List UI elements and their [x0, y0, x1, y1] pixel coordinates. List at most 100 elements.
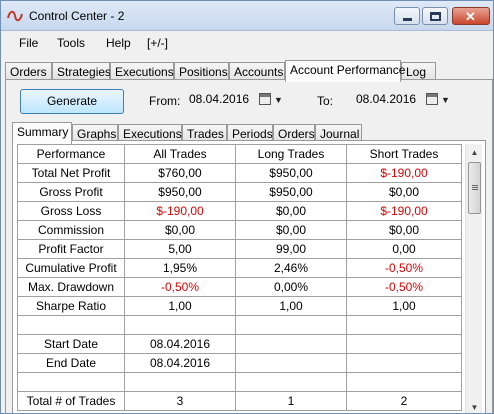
- app-logo-icon: [7, 10, 23, 22]
- table-cell: 0,00: [346, 239, 462, 259]
- table-row[interactable]: Commission $0,00 $0,00 $0,00: [17, 220, 462, 240]
- table-cell: [235, 334, 347, 354]
- scroll-thumb[interactable]: [468, 162, 481, 214]
- table-cell: -0,50%: [124, 277, 236, 297]
- row-label: Cumulative Profit: [17, 258, 125, 278]
- chevron-down-icon[interactable]: ▼: [274, 90, 283, 110]
- table-row[interactable]: Profit Factor 5,00 99,00 0,00: [17, 239, 462, 259]
- table-cell: 1,00: [346, 296, 462, 316]
- row-label: Sharpe Ratio: [17, 296, 125, 316]
- table-cell: 1: [235, 391, 347, 411]
- table-row[interactable]: Max. Drawdown -0,50% 0,00% -0,50%: [17, 277, 462, 297]
- table-cell: 1,00: [124, 296, 236, 316]
- row-label: Gross Profit: [17, 182, 125, 202]
- grip-icon: [472, 185, 478, 186]
- table-cell: -0,50%: [346, 277, 462, 297]
- sub-tab-strip: Summary Graphs Executions Trades Periods…: [12, 122, 488, 144]
- table-header-row[interactable]: Performance All Trades Long Trades Short Tr…: [17, 144, 462, 164]
- table-row[interactable]: Start Date 08.04.2016: [17, 334, 462, 354]
- table-row[interactable]: Gross Profit $950,00 $950,00 $0,00: [17, 182, 462, 202]
- tab-summary[interactable]: Summary: [12, 122, 72, 144]
- chevron-down-icon[interactable]: ▼: [441, 90, 450, 110]
- close-icon: ✕: [465, 9, 476, 24]
- table-row[interactable]: [17, 372, 462, 392]
- column-header: Long Trades: [235, 144, 347, 164]
- close-button[interactable]: ✕: [452, 7, 490, 25]
- title-bar[interactable]: Control Center - 2 ✕: [1, 1, 493, 31]
- control-center-window: Control Center - 2 ✕ File Tools Help [+/…: [0, 0, 494, 414]
- calendar-icon[interactable]: [259, 93, 271, 105]
- row-label: Gross Loss: [17, 201, 125, 221]
- table-cell: 08.04.2016: [124, 334, 236, 354]
- row-label: Max. Drawdown: [17, 277, 125, 297]
- performance-grid[interactable]: Performance All Trades Long Trades Short Tr…: [17, 144, 463, 413]
- table-row[interactable]: Gross Loss $-190,00 $0,00 $-190,00: [17, 201, 462, 221]
- performance-table: Performance All Trades Long Trades Short Tr…: [17, 144, 462, 411]
- table-cell: $950,00: [124, 182, 236, 202]
- table-cell: 2: [346, 391, 462, 411]
- row-label: Commission: [17, 220, 125, 240]
- from-label: From:: [149, 94, 181, 108]
- maximize-icon: [430, 12, 441, 21]
- scroll-up-icon[interactable]: ▲: [466, 144, 483, 161]
- minimize-button[interactable]: [394, 7, 420, 25]
- table-row[interactable]: Total Net Profit $760,00 $950,00 $-190,00: [17, 163, 462, 183]
- menu-tools[interactable]: Tools: [57, 36, 85, 50]
- table-row[interactable]: [17, 315, 462, 335]
- from-date-value: 08.04.2016: [189, 92, 250, 106]
- table-cell: 99,00: [235, 239, 347, 259]
- table-cell: 1,00: [235, 296, 347, 316]
- menu-help[interactable]: Help: [106, 36, 131, 50]
- table-cell: [346, 353, 462, 373]
- table-row[interactable]: Cumulative Profit 1,95% 2,46% -0,50%: [17, 258, 462, 278]
- menu-toggle[interactable]: [+/-]: [147, 36, 168, 50]
- table-cell: 08.04.2016: [124, 353, 236, 373]
- row-label: [17, 315, 125, 335]
- tab-account-performance[interactable]: Account Performance: [285, 60, 405, 82]
- table-cell: $-190,00: [346, 201, 462, 221]
- account-performance-panel: Generate From: 08.04.2016 ▼ To: 08.04.20…: [5, 79, 493, 413]
- row-label: Start Date: [17, 334, 125, 354]
- row-label: Profit Factor: [17, 239, 125, 259]
- table-cell: 3: [124, 391, 236, 411]
- table-cell: [235, 315, 347, 335]
- table-row[interactable]: Total # of Trades 3 1 2: [17, 391, 462, 411]
- menu-file[interactable]: File: [19, 36, 38, 50]
- table-cell: 1,95%: [124, 258, 236, 278]
- row-label: Total Net Profit: [17, 163, 125, 183]
- table-cell: $-190,00: [346, 163, 462, 183]
- maximize-button[interactable]: [422, 7, 448, 25]
- table-row[interactable]: Sharpe Ratio 1,00 1,00 1,00: [17, 296, 462, 316]
- table-row[interactable]: End Date 08.04.2016: [17, 353, 462, 373]
- to-label: To:: [317, 94, 334, 108]
- table-cell: $950,00: [235, 163, 347, 183]
- table-cell: -0,50%: [346, 258, 462, 278]
- vertical-scrollbar[interactable]: ▲ ▼: [465, 144, 483, 413]
- main-tab-strip: Orders Strategies Executions Positions A…: [5, 60, 491, 82]
- menu-bar: File Tools Help [+/-]: [1, 32, 493, 54]
- table-cell: $0,00: [235, 201, 347, 221]
- table-cell: [346, 372, 462, 392]
- table-cell: $-190,00: [124, 201, 236, 221]
- to-date-value: 08.04.2016: [356, 92, 417, 106]
- table-cell: $0,00: [346, 182, 462, 202]
- table-cell: $0,00: [346, 220, 462, 240]
- table-cell: $0,00: [124, 220, 236, 240]
- window-title: Control Center - 2: [29, 9, 125, 23]
- scroll-down-icon[interactable]: ▼: [466, 399, 483, 413]
- generate-button[interactable]: Generate: [20, 89, 124, 114]
- from-date-picker[interactable]: 08.04.2016 ▼: [185, 89, 288, 110]
- table-cell: [235, 353, 347, 373]
- calendar-icon[interactable]: [426, 93, 438, 105]
- summary-panel: Performance All Trades Long Trades Short Tr…: [12, 140, 486, 413]
- to-date-picker[interactable]: 08.04.2016 ▼: [352, 89, 455, 110]
- minimize-icon: [403, 18, 412, 21]
- table-cell: $760,00: [124, 163, 236, 183]
- table-cell: [346, 315, 462, 335]
- row-label: Total # of Trades: [17, 391, 125, 411]
- row-label: [17, 372, 125, 392]
- column-header: All Trades: [124, 144, 236, 164]
- column-header: Short Trades: [346, 144, 462, 164]
- table-cell: [235, 372, 347, 392]
- table-cell: 2,46%: [235, 258, 347, 278]
